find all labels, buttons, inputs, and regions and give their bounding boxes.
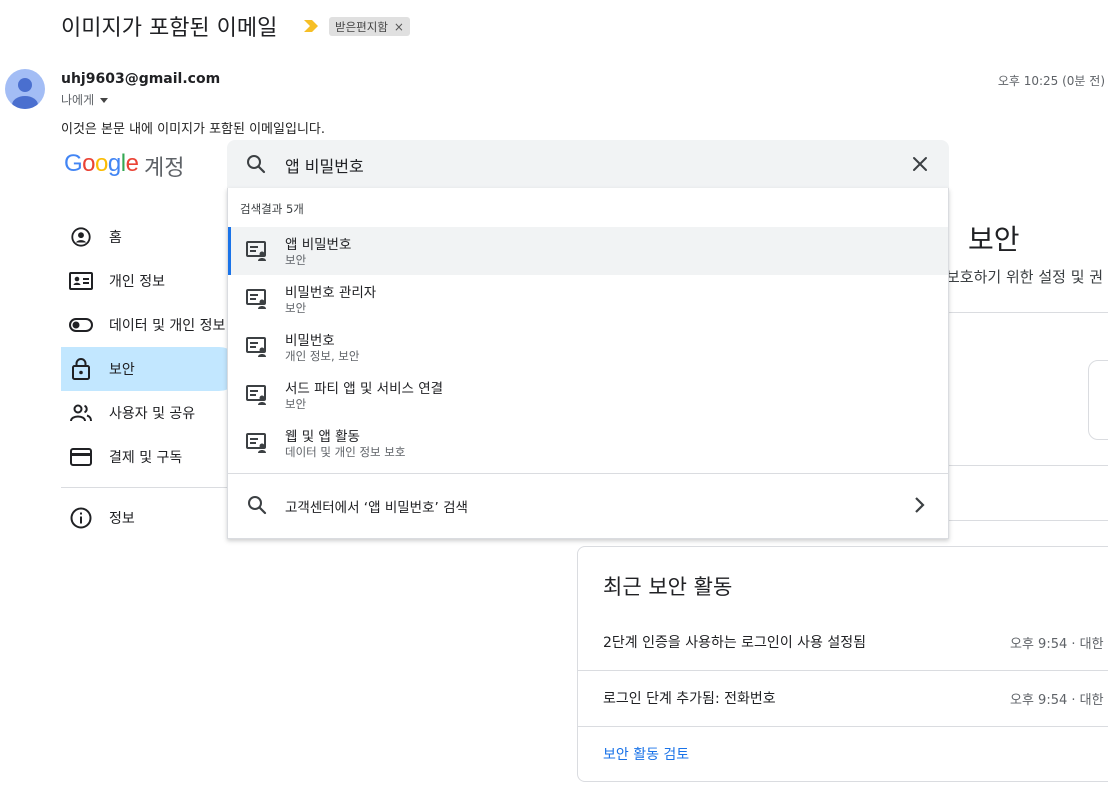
- nav-label: 정보: [109, 511, 135, 527]
- credit-card-icon: [69, 445, 93, 469]
- logo-letter: o: [82, 150, 96, 177]
- nav-item-people-sharing[interactable]: 사용자 및 공유: [61, 391, 241, 435]
- account-circle-icon: [69, 225, 93, 249]
- search-result-item[interactable]: 비밀번호 관리자 보안: [228, 275, 948, 323]
- nav-item-home[interactable]: 홈: [61, 215, 241, 259]
- logo-letter: o: [95, 150, 108, 177]
- lock-icon: [69, 357, 93, 381]
- inbox-label-text: 받은편지함: [335, 19, 388, 34]
- search-result-item[interactable]: 서드 파티 앱 및 서비스 연결 보안: [228, 371, 948, 419]
- result-title: 비밀번호: [285, 333, 335, 349]
- nav-label: 결제 및 구독: [109, 450, 183, 466]
- result-category: 보안: [285, 397, 307, 411]
- recent-security-activity-card: 최근 보안 활동 2단계 인증을 사용하는 로그인이 사용 설정됨 오후 9:5…: [577, 546, 1108, 782]
- sender-avatar[interactable]: [5, 69, 45, 109]
- sender-address: uhj9603@gmail.com: [61, 71, 221, 87]
- logo-letter: G: [64, 150, 83, 177]
- people-icon: [69, 401, 93, 425]
- email-subject: 이미지가 포함된 이메일: [61, 16, 278, 41]
- inbox-label-chip[interactable]: 받은편지함 ×: [329, 17, 410, 36]
- email-body-text: 이것은 본문 내에 이미지가 포함된 이메일입니다.: [61, 122, 325, 137]
- search-results-dropdown: 검색결과 5개 앱 비밀번호 보안 비밀번호 관리자 보안 비밀번호 개인 정보…: [227, 188, 949, 539]
- nav-label: 보안: [109, 362, 135, 378]
- search-result-item[interactable]: 비밀번호 개인 정보, 보안: [228, 323, 948, 371]
- remove-label-icon[interactable]: ×: [394, 20, 404, 34]
- result-title: 비밀번호 관리자: [285, 285, 377, 301]
- clear-search-icon[interactable]: [909, 153, 931, 175]
- security-illustration: [1088, 360, 1108, 440]
- help-center-search-text: 고객센터에서 ‘앱 비밀번호’ 검색: [285, 500, 468, 516]
- nav-label: 개인 정보: [109, 274, 165, 290]
- account-search-bar[interactable]: 앱 비밀번호: [227, 140, 949, 188]
- nav-label: 사용자 및 공유: [109, 406, 196, 422]
- settings-result-icon: [246, 241, 266, 261]
- toggle-icon: [69, 313, 93, 337]
- result-title: 서드 파티 앱 및 서비스 연결: [285, 381, 444, 397]
- search-result-item[interactable]: 웹 및 앱 활동 데이터 및 개인 정보 보호: [228, 419, 948, 467]
- google-logo: Google: [64, 150, 139, 178]
- result-category: 보안: [285, 301, 307, 315]
- person-icon: [12, 78, 38, 109]
- important-marker-icon[interactable]: [304, 20, 318, 32]
- security-page-subtitle: 보호하기 위한 설정 및 권: [946, 268, 1104, 286]
- caret-down-icon: [100, 98, 109, 103]
- result-title: 웹 및 앱 활동: [285, 429, 360, 445]
- search-result-item[interactable]: 앱 비밀번호 보안: [228, 227, 948, 275]
- nav-label: 홈: [109, 230, 122, 246]
- settings-result-icon: [246, 289, 266, 309]
- help-center-search-item[interactable]: 고객센터에서 ‘앱 비밀번호’ 검색: [228, 482, 948, 530]
- activity-item-time: 오후 9:54 · 대한: [1010, 693, 1104, 708]
- card-divider: [578, 670, 1108, 671]
- account-nav: 홈 개인 정보 데이터 및 개인 정보 보안 사용자 및 공유 결제 및 구독: [61, 215, 241, 540]
- search-result-count: 검색결과 5개: [240, 202, 304, 216]
- settings-result-icon: [246, 433, 266, 453]
- logo-letter: e: [125, 150, 139, 177]
- result-title: 앱 비밀번호: [285, 237, 352, 253]
- settings-result-icon: [246, 385, 266, 405]
- result-category: 데이터 및 개인 정보 보호: [285, 445, 406, 459]
- nav-item-about[interactable]: 정보: [61, 496, 241, 540]
- card-title: 최근 보안 활동: [603, 575, 733, 599]
- info-icon: [69, 506, 93, 530]
- card-divider: [578, 726, 1108, 727]
- id-card-icon: [69, 269, 93, 293]
- activity-item-text[interactable]: 로그인 단계 추가됨: 전화번호: [603, 688, 776, 708]
- recipient-details-toggle[interactable]: 나에게: [61, 91, 109, 108]
- activity-item-text[interactable]: 2단계 인증을 사용하는 로그인이 사용 설정됨: [603, 632, 866, 652]
- nav-label: 데이터 및 개인 정보: [109, 318, 226, 334]
- chevron-right-icon: [915, 497, 925, 513]
- nav-item-payments[interactable]: 결제 및 구독: [61, 435, 241, 479]
- search-icon: [247, 155, 266, 174]
- section-divider: [946, 465, 1108, 466]
- nav-item-personal-info[interactable]: 개인 정보: [61, 259, 241, 303]
- nav-divider: [61, 487, 241, 488]
- nav-item-data-privacy[interactable]: 데이터 및 개인 정보: [61, 303, 241, 347]
- account-title: 계정: [144, 156, 185, 181]
- section-divider: [946, 312, 1108, 313]
- section-divider: [946, 520, 1108, 521]
- result-category: 개인 정보, 보안: [285, 349, 360, 363]
- logo-letter: g: [107, 150, 121, 177]
- dropdown-divider: [228, 473, 948, 474]
- settings-result-icon: [246, 337, 266, 357]
- recipient-label: 나에게: [61, 93, 95, 107]
- email-timestamp: 오후 10:25 (0분 전): [997, 74, 1105, 88]
- search-query-text[interactable]: 앱 비밀번호: [285, 153, 364, 177]
- activity-item-time: 오후 9:54 · 대한: [1010, 637, 1104, 652]
- search-icon: [248, 496, 267, 515]
- result-category: 보안: [285, 253, 307, 267]
- nav-item-security[interactable]: 보안: [61, 347, 241, 391]
- security-page-title: 보안: [968, 223, 1020, 256]
- review-security-activity-link[interactable]: 보안 활동 검토: [603, 744, 689, 764]
